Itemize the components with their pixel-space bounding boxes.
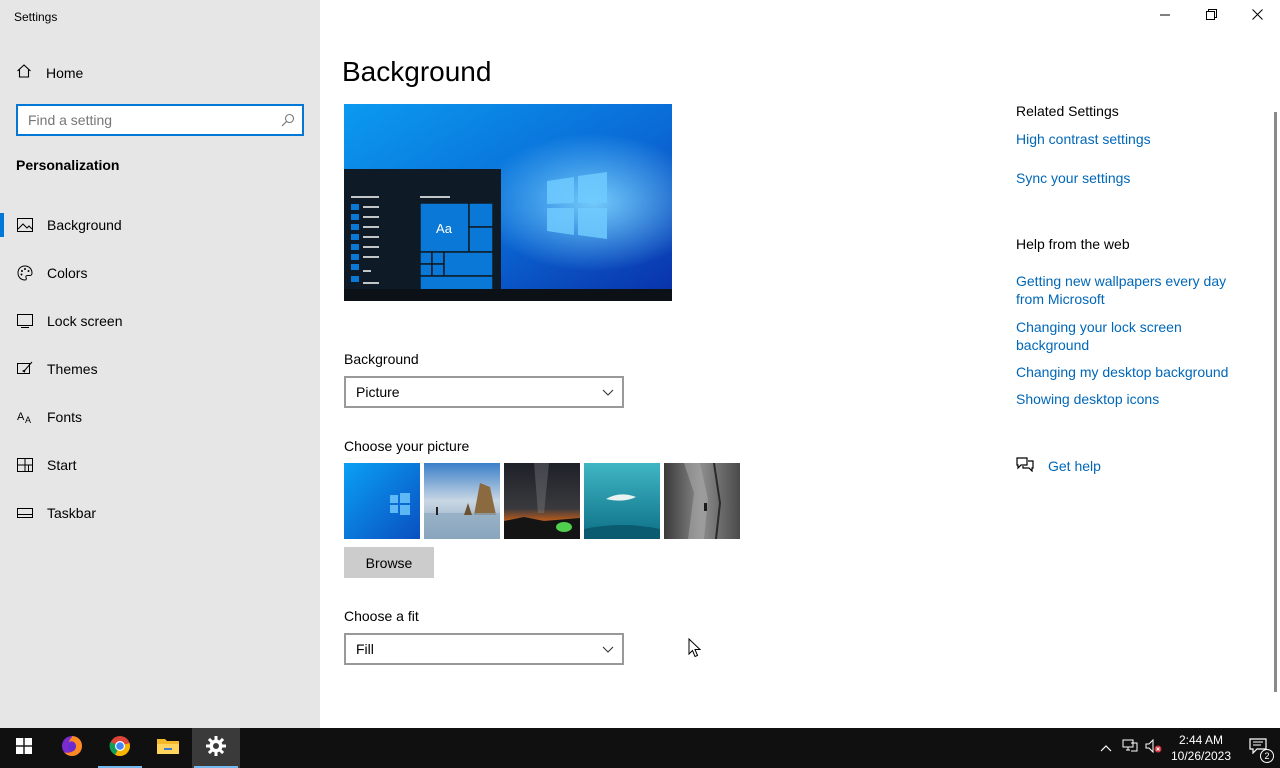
minimize-icon (1160, 7, 1170, 25)
folder-icon (156, 736, 180, 761)
link-showing-desktop-icons[interactable]: Showing desktop icons (1016, 390, 1246, 408)
search-input[interactable] (18, 106, 274, 134)
get-help-link[interactable]: Get help (1016, 456, 1101, 475)
section-title: Personalization (16, 157, 120, 173)
fit-dropdown-value: Fill (356, 641, 374, 657)
clock-date: 10/26/2023 (1170, 749, 1232, 763)
sidebar-item-label: Colors (47, 265, 88, 281)
sidebar-item-taskbar[interactable]: Taskbar (0, 489, 320, 537)
palette-icon (16, 264, 34, 282)
taskbar-chrome[interactable] (96, 728, 144, 768)
link-sync-settings[interactable]: Sync your settings (1016, 169, 1246, 187)
mouse-cursor-icon (688, 637, 702, 663)
link-changing-desktop-background[interactable]: Changing my desktop background (1016, 363, 1246, 381)
close-icon (1251, 7, 1263, 25)
sidebar-item-label: Themes (47, 361, 98, 377)
help-from-web-title: Help from the web (1016, 236, 1130, 252)
clock-time: 2:44 AM (1178, 733, 1224, 747)
minimize-button[interactable] (1142, 0, 1188, 32)
link-high-contrast-settings[interactable]: High contrast settings (1016, 130, 1246, 148)
volume-muted-icon (1145, 738, 1163, 758)
nav-list: Background Colors Lock screen Themes AA … (0, 201, 320, 537)
font-icon: AA (16, 408, 34, 426)
network-button[interactable] (1118, 728, 1142, 768)
chrome-icon (108, 734, 132, 763)
picture-thumbnail-night-sky[interactable] (504, 463, 580, 539)
picture-thumbnail-beach[interactable] (424, 463, 500, 539)
taskbar-file-explorer[interactable] (144, 728, 192, 768)
sidebar-item-lock-screen[interactable]: Lock screen (0, 297, 320, 345)
scrollbar[interactable] (1274, 112, 1277, 692)
sidebar-item-label: Taskbar (47, 505, 97, 521)
taskbar: 2:44 AM 10/26/2023 2 (0, 728, 1280, 768)
restore-icon (1205, 7, 1217, 25)
chevron-down-icon (602, 385, 614, 401)
home-nav-item[interactable]: Home (16, 63, 83, 82)
firefox-icon (60, 734, 84, 763)
restore-button[interactable] (1188, 0, 1234, 32)
sidebar-item-label: Lock screen (47, 313, 123, 329)
brush-icon (16, 360, 34, 378)
preview-tile-text: Aa (436, 221, 453, 236)
close-button[interactable] (1234, 0, 1280, 32)
clock[interactable]: 2:44 AM 10/26/2023 (1166, 732, 1236, 764)
related-settings-title: Related Settings (1016, 103, 1119, 119)
notification-count-badge: 2 (1260, 748, 1274, 763)
show-hidden-icons-button[interactable] (1094, 728, 1118, 768)
link-new-wallpapers[interactable]: Getting new wallpapers every day from Mi… (1016, 272, 1246, 308)
volume-button[interactable] (1142, 728, 1166, 768)
picture-thumbnails (344, 463, 740, 539)
background-label: Background (344, 351, 419, 367)
svg-text:A: A (17, 411, 25, 423)
network-icon (1122, 739, 1138, 758)
gear-icon (205, 735, 227, 762)
background-dropdown[interactable]: Picture (344, 376, 624, 408)
action-center-button[interactable]: 2 (1236, 728, 1280, 768)
start-icon (16, 456, 34, 474)
svg-text:A: A (25, 415, 31, 425)
taskbar-settings[interactable] (192, 728, 240, 768)
get-help-label: Get help (1048, 457, 1101, 474)
choose-fit-label: Choose a fit (344, 608, 419, 624)
browse-button[interactable]: Browse (344, 547, 434, 578)
sidebar-item-fonts[interactable]: AA Fonts (0, 393, 320, 441)
link-changing-lock-screen[interactable]: Changing your lock screen background (1016, 318, 1246, 354)
sidebar-item-start[interactable]: Start (0, 441, 320, 489)
picture-thumbnail-rock-climber[interactable] (664, 463, 740, 539)
start-button[interactable] (0, 728, 48, 768)
notification-icon: 2 (1249, 737, 1274, 763)
sidebar-item-colors[interactable]: Colors (0, 249, 320, 297)
app-title: Settings (14, 10, 58, 24)
sidebar-item-label: Background (47, 217, 122, 233)
sidebar-item-themes[interactable]: Themes (0, 345, 320, 393)
taskbar-icon (16, 504, 34, 522)
sidebar: Settings Home Personalization Background… (0, 0, 320, 728)
sidebar-item-background[interactable]: Background (0, 201, 320, 249)
window-controls (1142, 0, 1280, 32)
home-label: Home (46, 64, 84, 81)
sidebar-item-label: Fonts (47, 409, 83, 425)
picture-icon (16, 216, 34, 234)
choose-picture-label: Choose your picture (344, 438, 470, 454)
picture-thumbnail-windows[interactable] (344, 463, 420, 539)
picture-thumbnail-underwater[interactable] (584, 463, 660, 539)
background-preview: Aa (344, 104, 672, 301)
taskbar-firefox[interactable] (48, 728, 96, 768)
page-title: Background (342, 56, 492, 87)
background-dropdown-value: Picture (356, 384, 400, 400)
chevron-up-icon (1100, 739, 1112, 757)
lock-screen-icon (16, 312, 34, 330)
search-icon[interactable] (274, 113, 302, 127)
search-box[interactable] (16, 104, 304, 136)
chevron-down-icon (602, 642, 614, 658)
home-icon (16, 63, 32, 82)
chat-help-icon (1016, 456, 1034, 475)
windows-logo-icon (16, 737, 32, 759)
sidebar-item-label: Start (47, 457, 77, 473)
fit-dropdown[interactable]: Fill (344, 633, 624, 665)
system-tray: 2:44 AM 10/26/2023 2 (1094, 728, 1280, 768)
